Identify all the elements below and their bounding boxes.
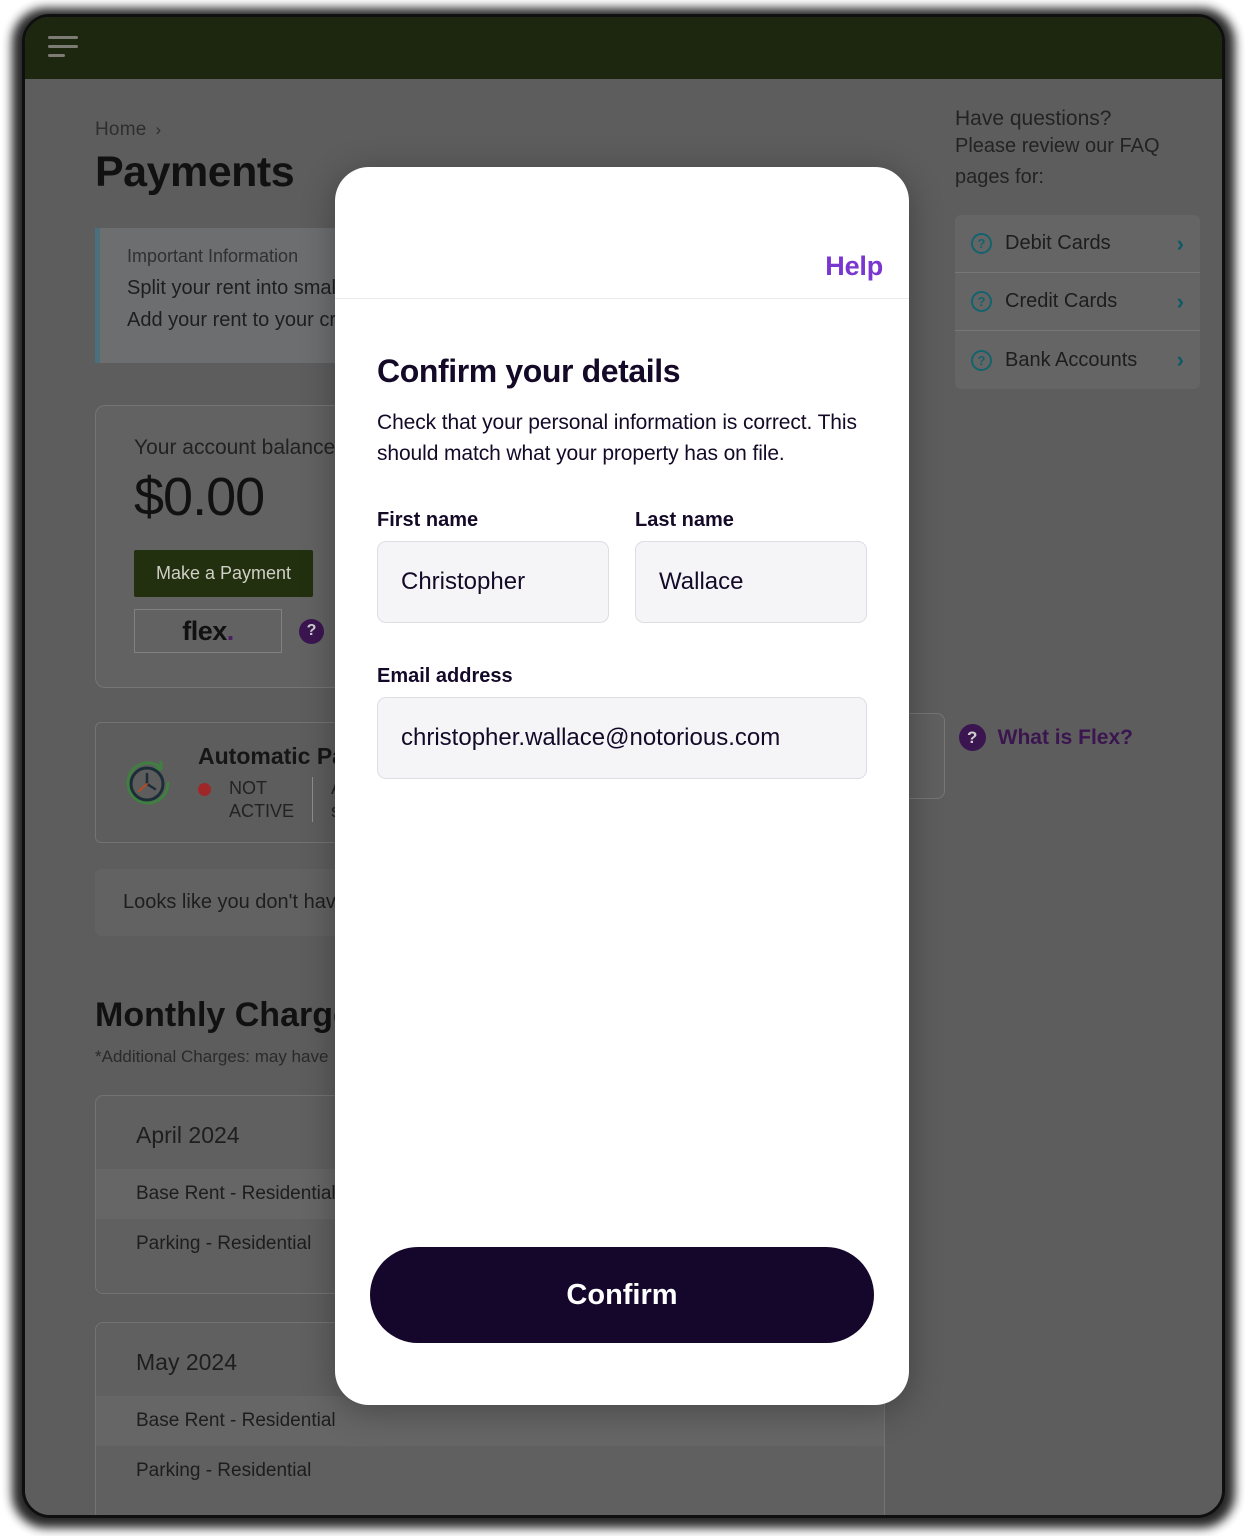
faq-heading: Have questions?	[955, 107, 1112, 130]
question-circle-icon: ?	[971, 349, 992, 371]
email-label: Email address	[377, 665, 513, 688]
confirm-button[interactable]: Confirm	[370, 1247, 874, 1343]
modal-title: Confirm your details	[377, 353, 681, 389]
faq-item-debit-cards[interactable]: ? Debit Cards ›	[955, 215, 1200, 273]
chevron-right-icon: ›	[1176, 230, 1184, 256]
autopay-status-line-2: ACTIVE	[229, 800, 295, 821]
flex-logo-text: flex	[182, 615, 227, 646]
status-indicator-dot	[198, 783, 211, 796]
autopay-status-line-1: NOT	[229, 778, 267, 798]
first-name-input[interactable]	[377, 541, 609, 624]
help-link[interactable]: Help	[825, 251, 883, 282]
faq-item-label: Debit Cards	[1005, 232, 1111, 254]
question-mark-icon: ?	[958, 724, 986, 751]
first-name-field-group: First name	[377, 509, 609, 624]
faq-item-credit-cards[interactable]: ? Credit Cards ›	[955, 273, 1200, 331]
last-name-field-group: Last name	[635, 509, 867, 624]
what-is-flex-link[interactable]: ? What is Flex?	[958, 724, 1133, 751]
faq-item-label: Credit Cards	[1005, 290, 1118, 312]
faq-subtext: Please review our FAQ pages for:	[955, 135, 1160, 188]
question-circle-icon: ?	[971, 291, 992, 312]
first-name-label: First name	[377, 509, 479, 532]
confirm-details-modal: Help Confirm your details Check that you…	[335, 167, 909, 1405]
last-name-label: Last name	[635, 509, 734, 532]
hamburger-line-2	[48, 45, 78, 48]
modal-body: Confirm your details Check that your per…	[335, 299, 909, 1247]
chevron-right-icon: ›	[155, 120, 162, 139]
autopay-status-text: NOT ACTIVE	[229, 777, 294, 822]
what-is-flex-label: What is Flex?	[997, 725, 1133, 749]
hamburger-line-1	[48, 36, 78, 39]
screenshot-root: Home › Payments Important Information Sp…	[0, 0, 1247, 1536]
charge-row: Parking - Residential	[136, 1460, 312, 1481]
vertical-divider	[312, 777, 314, 822]
chevron-right-icon: ›	[1176, 288, 1184, 314]
breadcrumb: Home ›	[95, 119, 895, 141]
make-a-payment-button[interactable]: Make a Payment	[134, 550, 314, 597]
last-name-input[interactable]	[635, 541, 867, 624]
flex-brand-logo[interactable]: flex.	[134, 609, 282, 653]
app-header-bar	[25, 17, 1222, 79]
hamburger-line-3	[48, 54, 65, 57]
faq-item-label: Bank Accounts	[1005, 348, 1138, 371]
modal-footer: Confirm	[335, 1247, 909, 1405]
question-circle-icon: ?	[971, 233, 992, 254]
flex-help-icon[interactable]: ?	[299, 618, 324, 644]
breadcrumb-home-link[interactable]: Home	[95, 119, 146, 141]
modal-header: Help	[335, 167, 909, 299]
hamburger-menu-icon[interactable]	[48, 36, 78, 60]
modal-description: Check that your personal information is …	[377, 411, 857, 465]
clock-refresh-icon	[126, 760, 170, 804]
email-field-group: Email address	[377, 665, 867, 780]
faq-item-bank-accounts[interactable]: ? Bank Accounts ›	[955, 331, 1200, 389]
faq-list: ? Debit Cards › ? Credit Cards › ? Bank …	[955, 215, 1200, 389]
chevron-right-icon: ›	[1176, 347, 1184, 372]
name-fields-row: First name Last name	[377, 509, 867, 624]
faq-sidebar: Have questions? Please review our FAQ pa…	[955, 107, 1200, 389]
device-frame: Home › Payments Important Information Sp…	[22, 14, 1225, 1518]
flex-logo-dot: .	[226, 615, 235, 646]
email-input[interactable]	[377, 697, 867, 780]
